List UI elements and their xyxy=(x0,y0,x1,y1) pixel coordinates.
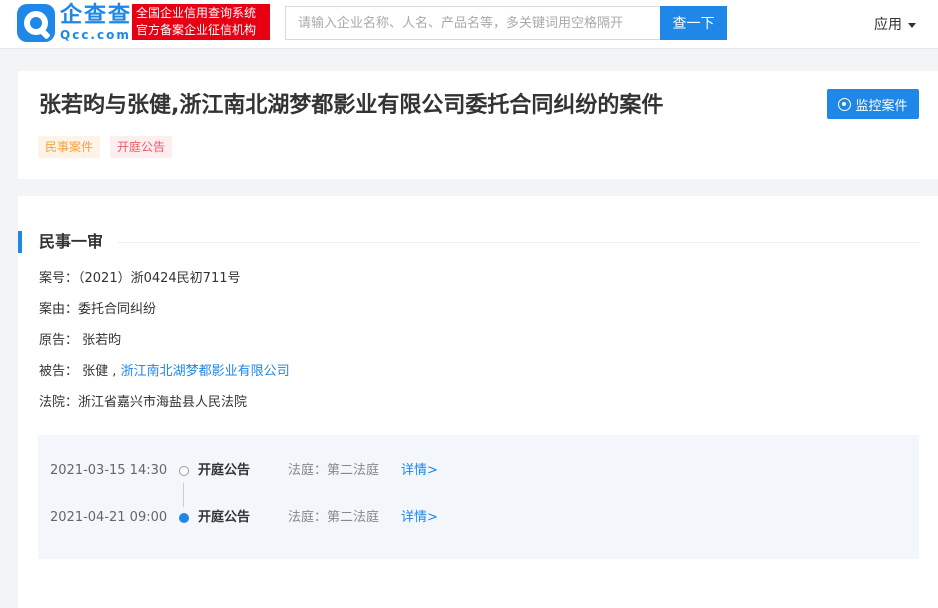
tag-civil-case: 民事案件 xyxy=(38,136,101,158)
timeline-room: 法庭：第二法庭 xyxy=(288,510,380,525)
tag-court-announcement: 开庭公告 xyxy=(110,136,173,158)
cause-row: 案由：委托合同纠纷 xyxy=(39,301,156,319)
case-number-row: 案号：（2021）浙0424民初711号 xyxy=(39,270,241,288)
hearing-timeline: 2021-03-15 14:30 开庭公告 法庭：第二法庭 详情> 2021-0… xyxy=(38,435,919,559)
timeline-room: 法庭：第二法庭 xyxy=(288,463,380,478)
monitor-button-label: 监控案件 xyxy=(855,98,908,114)
section-title: 民事一审 xyxy=(39,232,104,251)
case-number-value: （2021）浙0424民初711号 xyxy=(78,271,241,286)
court-label: 法院： xyxy=(39,395,79,410)
timeline-item: 2021-04-21 09:00 开庭公告 法庭：第二法庭 详情> xyxy=(38,508,919,528)
case-title: 张若昀与张健,浙江南北湖梦都影业有限公司委托合同纠纷的案件 xyxy=(39,93,664,118)
logo-name[interactable]: 企查查 xyxy=(60,4,132,28)
caret-down-icon xyxy=(908,22,916,28)
monitor-icon xyxy=(838,97,852,111)
timeline-item: 2021-03-15 14:30 开庭公告 法庭：第二法庭 详情> xyxy=(38,461,919,481)
monitor-case-button[interactable]: 监控案件 xyxy=(827,89,919,119)
top-header: 企查查 Qcc.com 全国企业信用查询系统 官方备案企业征信机构 查一下 应用 xyxy=(0,0,938,49)
search-button[interactable]: 查一下 xyxy=(660,6,727,40)
defendant-person: 张健 , xyxy=(82,364,117,379)
plaintiff-value: 张若昀 xyxy=(82,333,122,348)
case-number-label: 案号： xyxy=(39,271,79,286)
court-value: 浙江省嘉兴市海盐县人民法院 xyxy=(78,395,248,410)
timeline-dot-icon xyxy=(179,513,189,523)
apps-menu-label: 应用 xyxy=(874,17,902,33)
timeline-dot-icon xyxy=(179,466,189,476)
timeline-type: 开庭公告 xyxy=(198,463,251,478)
slogan-line-1: 全国企业信用查询系统 xyxy=(136,6,257,20)
slogan-badge: 全国企业信用查询系统 官方备案企业征信机构 xyxy=(132,4,270,40)
timeline-detail-link[interactable]: 详情> xyxy=(401,508,438,528)
cause-value: 委托合同纠纷 xyxy=(78,302,157,317)
slogan-line-2: 官方备案企业征信机构 xyxy=(136,23,257,37)
defendant-row: 被告： 张健 , 浙江南北湖梦都影业有限公司 xyxy=(39,363,290,381)
case-title-card: 张若昀与张健,浙江南北湖梦都影业有限公司委托合同纠纷的案件 监控案件 民事案件 … xyxy=(18,71,938,179)
defendant-company-link[interactable]: 浙江南北湖梦都影业有限公司 xyxy=(121,364,290,379)
timeline-type: 开庭公告 xyxy=(198,510,251,525)
case-detail-card: 民事一审 案号：（2021）浙0424民初711号 案由：委托合同纠纷 原告： … xyxy=(18,196,938,608)
timeline-date: 2021-03-15 14:30 xyxy=(50,463,168,478)
cause-label: 案由： xyxy=(39,302,79,317)
logo-domain: Qcc.com xyxy=(60,28,131,42)
timeline-connector xyxy=(183,483,184,507)
search-input[interactable] xyxy=(285,6,661,40)
timeline-detail-link[interactable]: 详情> xyxy=(401,461,438,481)
apps-menu[interactable]: 应用 xyxy=(874,14,916,34)
court-row: 法院：浙江省嘉兴市海盐县人民法院 xyxy=(39,394,247,412)
timeline-date: 2021-04-21 09:00 xyxy=(50,510,168,525)
qcc-logo-icon[interactable] xyxy=(17,4,55,42)
defendant-label: 被告： xyxy=(39,364,79,379)
section-accent-bar xyxy=(18,231,22,253)
plaintiff-label: 原告： xyxy=(39,333,79,348)
section-divider xyxy=(118,242,919,243)
plaintiff-row: 原告： 张若昀 xyxy=(39,332,121,350)
